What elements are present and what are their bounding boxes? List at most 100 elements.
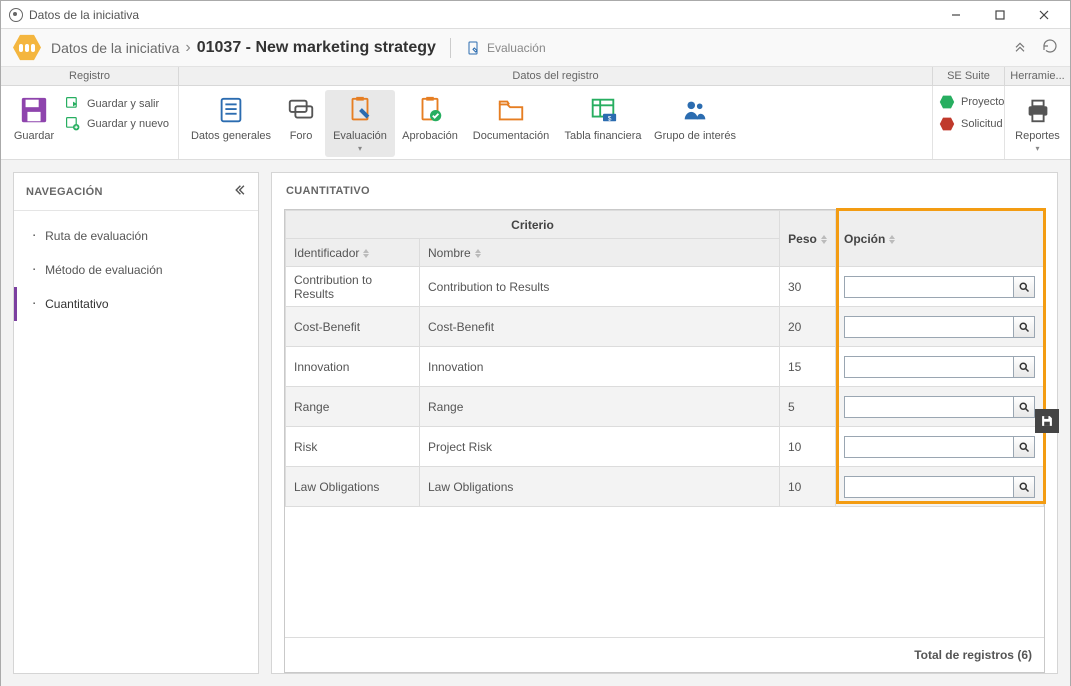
col-identificador[interactable]: Identificador — [286, 239, 420, 267]
option-search-button[interactable] — [1013, 316, 1035, 338]
refresh-icon[interactable] — [1042, 38, 1058, 57]
svg-text:$: $ — [608, 115, 612, 122]
cell-name: Contribution to Results — [420, 267, 780, 307]
col-criterio-group[interactable]: Criterio — [286, 211, 780, 239]
printer-icon — [1022, 94, 1054, 126]
cell-opcion — [836, 267, 1044, 307]
cell-peso: 10 — [780, 467, 836, 507]
table-row: Law ObligationsLaw Obligations10 — [286, 467, 1044, 507]
table-row: RiskProject Risk10 — [286, 427, 1044, 467]
nav-item-ruta[interactable]: Ruta de evaluación — [14, 219, 258, 253]
floating-save-button[interactable] — [1035, 409, 1059, 433]
nav-list: Ruta de evaluación Método de evaluación … — [14, 211, 258, 329]
col-nombre[interactable]: Nombre — [420, 239, 780, 267]
quantitative-table: Criterio Peso Opción Identificador Nombr… — [285, 210, 1044, 507]
option-input[interactable] — [844, 316, 1014, 338]
forum-button[interactable]: Foro — [277, 90, 325, 146]
cell-peso: 10 — [780, 427, 836, 467]
cell-id: Risk — [286, 427, 420, 467]
cell-opcion — [836, 347, 1044, 387]
cell-peso: 15 — [780, 347, 836, 387]
breadcrumb-section-label: Evaluación — [487, 41, 546, 55]
nav-panel: NAVEGACIÓN Ruta de evaluación Método de … — [13, 172, 259, 674]
reports-button[interactable]: Reportes ▾ — [1011, 90, 1064, 157]
save-new-button[interactable]: Guardar y nuevo — [65, 116, 169, 132]
cell-opcion — [836, 427, 1044, 467]
breadcrumb-bar: Datos de la iniciativa › 01037 - New mar… — [1, 29, 1070, 67]
window-title: Datos de la iniciativa — [29, 8, 139, 22]
col-opcion[interactable]: Opción — [836, 211, 1044, 267]
cell-peso: 20 — [780, 307, 836, 347]
table-row: Cost-BenefitCost-Benefit20 — [286, 307, 1044, 347]
hex-red-icon — [939, 116, 955, 132]
caret-down-icon: ▾ — [358, 144, 362, 153]
general-data-button[interactable]: Datos generales — [185, 90, 277, 146]
clipboard-pencil-icon — [344, 94, 376, 126]
maximize-button[interactable] — [978, 1, 1022, 29]
documentation-button[interactable]: Documentación — [465, 90, 557, 146]
option-input[interactable] — [844, 356, 1014, 378]
people-icon — [679, 94, 711, 126]
cell-name: Innovation — [420, 347, 780, 387]
cell-name: Range — [420, 387, 780, 427]
ribbon: Guardar Guardar y salir Guardar y nuevo … — [1, 86, 1070, 160]
chat-icon — [285, 94, 317, 126]
folder-icon — [495, 94, 527, 126]
ribbon-headers: Registro Datos del registro SE Suite Her… — [1, 67, 1070, 86]
col-peso[interactable]: Peso — [780, 211, 836, 267]
option-input[interactable] — [844, 436, 1014, 458]
option-search-button[interactable] — [1013, 276, 1035, 298]
content-panel: CUANTITATIVO Criterio Peso Opción Identi… — [271, 172, 1058, 674]
project-link[interactable]: Proyecto — [939, 94, 1004, 110]
request-link[interactable]: Solicitud — [939, 116, 1003, 132]
clipboard-edit-icon — [465, 40, 481, 56]
table-row: Contribution to ResultsContribution to R… — [286, 267, 1044, 307]
save-button[interactable]: Guardar — [7, 90, 61, 146]
breadcrumb-section[interactable]: Evaluación — [465, 40, 546, 56]
breadcrumb-root[interactable]: Datos de la iniciativa — [51, 40, 179, 56]
content-title: CUANTITATIVO — [284, 185, 1045, 209]
option-search-button[interactable] — [1013, 356, 1035, 378]
sort-icon — [475, 249, 481, 258]
stakeholders-button[interactable]: Grupo de interés — [649, 90, 741, 146]
save-new-icon — [65, 116, 81, 132]
collapse-left-icon[interactable] — [232, 183, 246, 200]
ribbon-header-herr: Herramie... — [1005, 67, 1070, 85]
financial-table-button[interactable]: $ Tabla financiera — [557, 90, 649, 146]
option-input[interactable] — [844, 476, 1014, 498]
option-input[interactable] — [844, 396, 1014, 418]
option-search-button[interactable] — [1013, 396, 1035, 418]
nav-header: NAVEGACIÓN — [14, 173, 258, 211]
collapse-up-icon[interactable] — [1012, 38, 1028, 57]
breadcrumb-sep: › — [185, 39, 190, 57]
option-input[interactable] — [844, 276, 1014, 298]
cell-peso: 30 — [780, 267, 836, 307]
nav-item-cuantitativo[interactable]: Cuantitativo — [14, 287, 258, 321]
ribbon-header-datos: Datos del registro — [179, 67, 933, 85]
nav-title: NAVEGACIÓN — [26, 186, 103, 198]
save-exit-button[interactable]: Guardar y salir — [65, 96, 169, 112]
grid-footer: Total de registros (6) — [285, 637, 1044, 672]
clipboard-check-icon — [414, 94, 446, 126]
cell-id: Range — [286, 387, 420, 427]
approval-button[interactable]: Aprobación — [395, 90, 465, 146]
ribbon-header-registro: Registro — [1, 67, 179, 85]
nav-item-metodo[interactable]: Método de evaluación — [14, 253, 258, 287]
minimize-button[interactable] — [934, 1, 978, 29]
spreadsheet-money-icon: $ — [587, 94, 619, 126]
save-icon — [18, 94, 50, 126]
table-row: RangeRange5 — [286, 387, 1044, 427]
cell-peso: 5 — [780, 387, 836, 427]
option-search-button[interactable] — [1013, 476, 1035, 498]
ribbon-header-suite: SE Suite — [933, 67, 1005, 85]
titlebar: Datos de la iniciativa — [1, 1, 1070, 29]
option-search-button[interactable] — [1013, 436, 1035, 458]
breadcrumb-current: 01037 - New marketing strategy — [197, 39, 436, 57]
hex-green-icon — [939, 94, 955, 110]
cell-id: Contribution to Results — [286, 267, 420, 307]
cell-id: Cost-Benefit — [286, 307, 420, 347]
cell-opcion — [836, 387, 1044, 427]
evaluation-button[interactable]: Evaluación ▾ — [325, 90, 395, 157]
close-button[interactable] — [1022, 1, 1066, 29]
module-icon — [13, 34, 41, 62]
